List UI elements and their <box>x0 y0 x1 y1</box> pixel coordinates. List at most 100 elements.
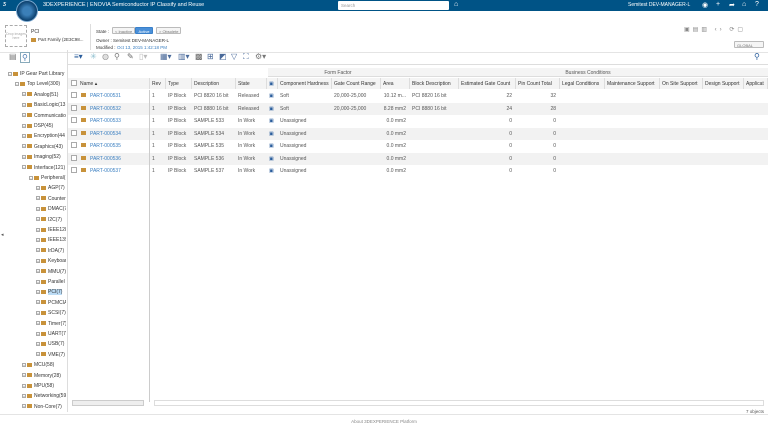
database-icon[interactable]: ◍ <box>102 52 109 61</box>
column-header[interactable]: Design Support <box>703 78 744 89</box>
table-row[interactable]: PART-000533 1 IP Block SAMPLE 533 In Work ▣ Un… <box>68 115 768 127</box>
column-header[interactable]: Component Hardness <box>278 78 332 89</box>
select-all-checkbox[interactable] <box>71 80 77 86</box>
tree-item[interactable]: + Graphics(43) <box>22 144 66 150</box>
expand-toggle-icon[interactable]: + <box>22 383 26 388</box>
expand-toggle-icon[interactable]: + <box>36 321 40 326</box>
explode-icon[interactable]: ✳ <box>90 52 97 61</box>
expand-toggle-icon[interactable]: + <box>22 394 26 399</box>
column-header[interactable]: Area <box>381 78 410 89</box>
tree-item[interactable]: + IEEE139 <box>36 237 66 243</box>
collapse-panel-icon[interactable]: ◂ <box>1 232 4 238</box>
search-input[interactable]: Search <box>338 1 449 10</box>
expand-toggle-icon[interactable]: + <box>36 331 40 336</box>
expand-toggle-icon[interactable]: + <box>36 217 40 222</box>
expand-toggle-icon[interactable]: + <box>36 238 40 243</box>
expand-toggle-icon[interactable]: − <box>8 71 12 76</box>
tree-item[interactable]: − Peripheral( <box>29 175 66 181</box>
user-name[interactable]: Semitest DEV-MANAGER-L <box>628 2 690 8</box>
tree-item[interactable]: + BasicLogic(13 <box>22 102 66 108</box>
expand-toggle-icon[interactable]: + <box>36 206 40 211</box>
state-obsolete-button[interactable]: > Obsolete <box>156 27 182 34</box>
expand-toggle-icon[interactable]: + <box>22 362 26 367</box>
column-header[interactable]: Legal Conditions <box>560 78 605 89</box>
expand-toggle-icon[interactable]: + <box>22 404 26 409</box>
table-row[interactable]: PART-000537 1 IP Block SAMPLE 537 In Work ▣ Un… <box>68 165 768 177</box>
menu-icon[interactable]: ≡▾ <box>74 52 83 61</box>
tree-item[interactable]: − Interface(121) <box>22 165 66 171</box>
edit-icon[interactable]: ✎ <box>127 52 134 61</box>
expand-toggle-icon[interactable]: + <box>36 248 40 253</box>
table-row[interactable]: PART-000536 1 IP Block SAMPLE 536 In Work ▣ Un… <box>68 152 768 165</box>
tree-item[interactable]: + PCI(7) <box>36 289 66 296</box>
expand-toggle-icon[interactable]: + <box>36 310 40 315</box>
tree-item[interactable]: + VME(7) <box>36 352 66 358</box>
expand-toggle-icon[interactable]: + <box>36 186 40 191</box>
column-header[interactable]: Description <box>192 78 236 89</box>
expand-toggle-icon[interactable]: + <box>36 290 40 295</box>
header-actions[interactable]: ▣▤▥ ‹› ⟳▢ <box>684 26 746 33</box>
left-scrollbar[interactable] <box>72 400 144 406</box>
tree-item[interactable]: + MCU(58) <box>22 362 66 368</box>
tree-item[interactable]: + Counter( <box>36 196 66 202</box>
expand-toggle-icon[interactable]: + <box>22 123 26 128</box>
add-row-icon[interactable]: ▦▾ <box>160 52 172 61</box>
expand-toggle-icon[interactable]: − <box>15 82 19 87</box>
hierarchy-icon[interactable]: ⊞ <box>207 52 214 61</box>
columns-icon[interactable]: ▥▾ <box>178 52 190 61</box>
column-header[interactable]: Block Description <box>410 78 459 89</box>
tree-item[interactable]: + DSP(45) <box>22 123 66 129</box>
tree-item[interactable]: + AGP(7) <box>36 185 66 191</box>
tree-item[interactable]: + MPU(58) <box>22 383 66 389</box>
search-icon[interactable]: ⌕ <box>438 1 442 9</box>
about-link[interactable]: About 3DEXPERIENCE Platform <box>351 419 417 424</box>
search-zoom-icon[interactable]: ⚲ <box>114 52 120 61</box>
state-active-button[interactable]: Active <box>135 27 153 34</box>
table-row[interactable]: PART-000531 1 IP Block PCI 8820 16 bit Relea… <box>68 90 768 102</box>
table-row[interactable]: PART-000534 1 IP Block SAMPLE 534 In Work ▣ Un… <box>68 127 768 140</box>
global-button[interactable]: GLOBAL <box>734 41 764 48</box>
state-inactive-button[interactable]: < Inactive <box>112 27 136 34</box>
tag-icon[interactable]: ⌂ <box>454 1 458 8</box>
expand-toggle-icon[interactable]: + <box>36 269 40 274</box>
expand-toggle-icon[interactable]: + <box>36 352 40 357</box>
export-icon[interactable]: ◩ <box>219 52 227 61</box>
expand-toggle-icon[interactable]: − <box>29 175 33 180</box>
tree-item[interactable]: + IEEE128 <box>36 227 66 233</box>
expand-toggle-icon[interactable]: + <box>36 196 40 201</box>
column-header[interactable]: Gate Count Range <box>332 78 381 89</box>
column-header[interactable]: Pin Count Total <box>516 78 560 89</box>
tree-item[interactable]: + Analog(51) <box>22 92 66 98</box>
expand-toggle-icon[interactable]: + <box>36 258 40 263</box>
tree-item[interactable]: + DMAC(7 <box>36 206 66 212</box>
table-row[interactable]: PART-000535 1 IP Block SAMPLE 535 In Work ▣ Un… <box>68 140 768 152</box>
expand-toggle-icon[interactable]: + <box>36 300 40 305</box>
expand-toggle-icon[interactable]: + <box>36 279 40 284</box>
home-icon[interactable]: ⌂ <box>742 1 746 8</box>
tree-item[interactable]: + Keyboar <box>36 258 66 264</box>
add-icon[interactable]: + <box>716 1 720 8</box>
share-icon[interactable]: ➦ <box>729 1 735 9</box>
tree-item[interactable]: + USB(7) <box>36 341 66 347</box>
table-row[interactable]: PART-000532 1 IP Block PCI 8880 16 bit Relea… <box>68 102 768 115</box>
image-drop-zone[interactable]: Drop images here <box>5 25 27 47</box>
expand-toggle-icon[interactable]: + <box>22 113 26 118</box>
column-header[interactable]: Maintenance Support <box>605 78 660 89</box>
tree-item[interactable]: + PCMCIA <box>36 300 66 306</box>
profile-icon[interactable]: ◉ <box>702 1 708 9</box>
check-icon[interactable]: ▩ <box>195 52 203 61</box>
tree-item[interactable]: + Memory(28) <box>22 373 66 379</box>
column-header[interactable]: On Site Support <box>660 78 703 89</box>
expand-toggle-icon[interactable]: + <box>22 154 26 159</box>
tree-item[interactable]: − Top Level(300) <box>15 81 66 87</box>
tree-item[interactable]: + Communicatio <box>22 113 66 119</box>
expand-toggle-icon[interactable]: + <box>22 134 26 139</box>
expand-icon[interactable]: ⛶ <box>243 52 249 62</box>
tree-item[interactable]: + Encryption(44 <box>22 133 66 139</box>
tree-item[interactable]: + MMU(7) <box>36 269 66 275</box>
column-header[interactable]: Estimated Gate Count <box>459 78 516 89</box>
tree-item[interactable]: − IP Gear Part Library <box>8 71 66 77</box>
part-family[interactable]: Part Family (2E3C98... <box>31 37 84 42</box>
expand-toggle-icon[interactable]: + <box>36 227 40 232</box>
help-icon[interactable]: ? <box>755 1 759 8</box>
